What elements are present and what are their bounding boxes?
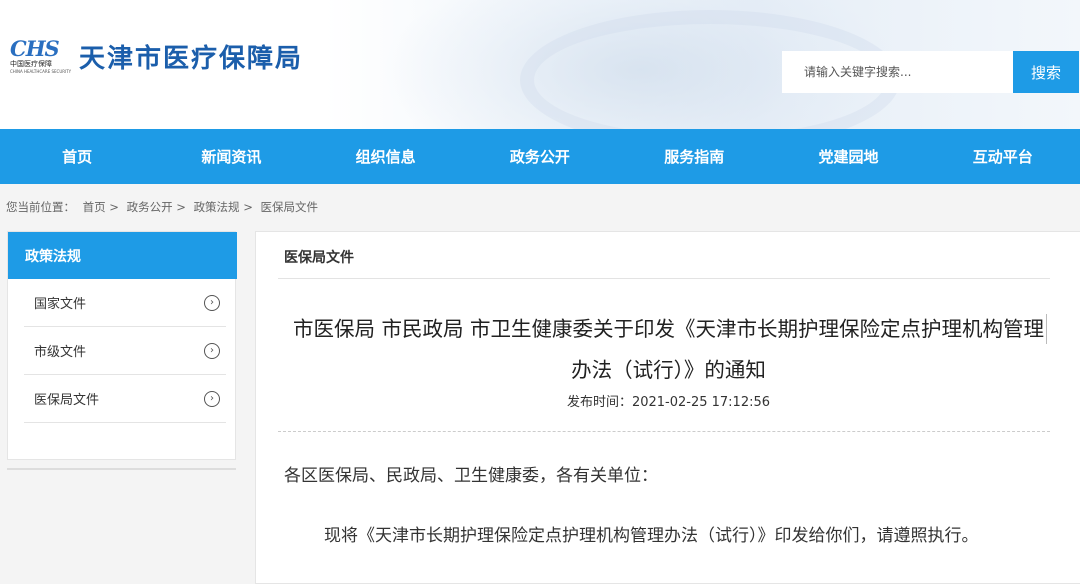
article-paragraph: 现将《天津市长期护理保险定点护理机构管理办法（试行）》印发给你们，请遵照执行。: [324, 526, 979, 546]
sidebar-item-label: 市级文件: [34, 345, 87, 360]
sidebar-divider: [7, 468, 236, 470]
breadcrumb-policy[interactable]: 政策法规 >: [194, 200, 253, 214]
nav-item-service-guide[interactable]: 服务指南: [617, 129, 771, 184]
breadcrumb-government-affairs[interactable]: 政务公开 >: [127, 200, 186, 214]
article-salutation: 各区医保局、民政局、卫生健康委，各有关单位：: [284, 466, 658, 486]
chevron-right-circle-icon: ›: [204, 294, 220, 311]
nav-item-interaction[interactable]: 互动平台: [926, 129, 1080, 184]
main-content: 医保局文件 市医保局 市民政局 市卫生健康委关于印发《天津市长期护理保险定点护理…: [255, 231, 1080, 584]
chevron-right-circle-icon: ›: [204, 390, 220, 407]
breadcrumb-current[interactable]: 医保局文件: [261, 200, 319, 214]
nav-item-organization[interactable]: 组织信息: [309, 129, 463, 184]
site-title[interactable]: 天津市医疗保障局: [79, 38, 303, 75]
logo-en-text: CHINA HEALTHCARE SECURITY: [10, 69, 72, 74]
sidebar-item-label: 国家文件: [34, 297, 87, 312]
breadcrumb-prefix: 您当前位置：: [6, 200, 75, 214]
sidebar-item-national[interactable]: 国家文件 ›: [24, 279, 226, 327]
chevron-right-circle-icon: ›: [204, 342, 220, 359]
scroll-indicator: [1046, 314, 1047, 344]
nav-item-government-affairs[interactable]: 政务公开: [463, 129, 617, 184]
main-nav: 首页 新闻资讯 组织信息 政务公开 服务指南 党建园地 互动平台: [0, 129, 1080, 184]
nav-item-home[interactable]: 首页: [0, 129, 154, 184]
breadcrumb-home[interactable]: 首页 >: [83, 200, 119, 214]
sidebar-title: 政策法规: [8, 232, 237, 279]
article-title: 市医保局 市民政局 市卫生健康委关于印发《天津市长期护理保险定点护理机构管理办法…: [292, 317, 1045, 382]
nav-item-party-building[interactable]: 党建园地: [771, 129, 925, 184]
logo-mark: CHS: [10, 36, 60, 61]
section-title: 医保局文件: [284, 250, 354, 266]
sidebar-item-label: 医保局文件: [34, 393, 100, 408]
search-input[interactable]: [782, 51, 1013, 93]
sidebar-item-municipal[interactable]: 市级文件 ›: [24, 327, 226, 375]
chs-logo[interactable]: CHS 中国医疗保障 CHINA HEALTHCARE SECURITY: [10, 36, 72, 76]
section-divider: [278, 278, 1050, 279]
sidebar-item-bureau[interactable]: 医保局文件 ›: [24, 375, 226, 423]
logo-cn-text: 中国医疗保障: [10, 60, 52, 68]
search-box: [782, 51, 1013, 93]
publish-time: 发布时间：2021-02-25 17:12:56: [566, 395, 771, 410]
nav-item-news[interactable]: 新闻资讯: [154, 129, 308, 184]
dashed-divider: [278, 431, 1050, 432]
search-button[interactable]: 搜索: [1013, 51, 1079, 93]
sidebar: 政策法规 国家文件 › 市级文件 › 医保局文件 ›: [7, 231, 237, 460]
breadcrumb: 您当前位置： 首页 > 政务公开 > 政策法规 > 医保局文件: [6, 199, 322, 215]
